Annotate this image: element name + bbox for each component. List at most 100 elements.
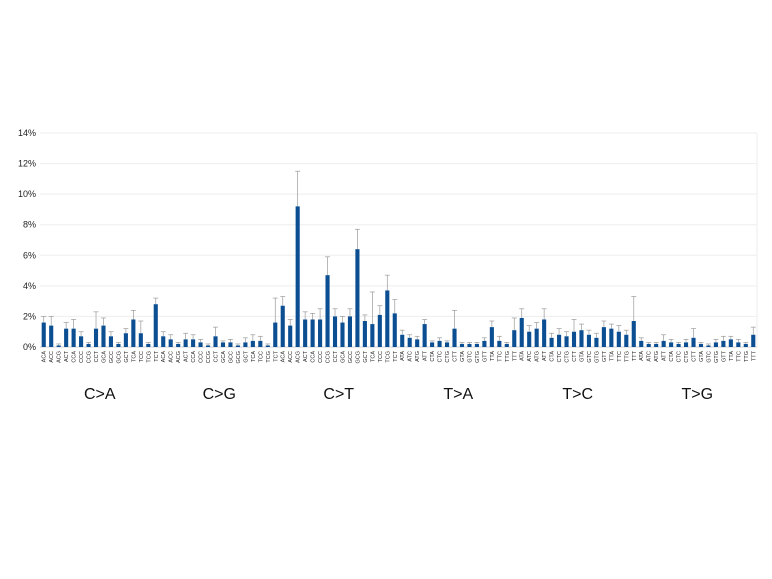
- bar: [430, 342, 435, 347]
- bar: [527, 331, 532, 347]
- x-tick-label: GTA: [460, 351, 466, 362]
- bar: [698, 343, 704, 347]
- x-tick-label: TTG: [505, 351, 511, 362]
- x-tick-label: ATT: [423, 350, 429, 361]
- bar: [153, 304, 158, 347]
- x-tick-label: GTA: [699, 351, 705, 362]
- gridlines: [40, 132, 758, 348]
- x-tick-label: GTT: [482, 350, 488, 362]
- x-tick-label: CTC: [677, 351, 683, 362]
- bar: [691, 337, 696, 347]
- x-tick-label: ATA: [520, 351, 526, 361]
- x-tick-label: TCG: [385, 351, 391, 363]
- x-tick-label: TCA: [370, 351, 376, 362]
- x-tick-label: CTG: [684, 351, 690, 363]
- bar: [71, 328, 76, 347]
- x-tick-label: GCC: [228, 351, 234, 363]
- bar: [504, 343, 509, 347]
- bar: [205, 345, 211, 347]
- x-tick-label: ATT: [542, 350, 548, 361]
- bar: [654, 343, 659, 347]
- x-tick-label: ACA: [281, 351, 287, 363]
- x-tick-label: ACA: [42, 351, 48, 363]
- bar: [751, 334, 756, 347]
- x-tick-label: GCC: [109, 351, 115, 363]
- x-tick-label: GTG: [714, 351, 720, 363]
- x-tick-label: TCC: [378, 351, 384, 362]
- x-tick-label: TTC: [617, 351, 623, 362]
- bar: [474, 343, 479, 347]
- bar: [519, 317, 524, 347]
- bar: [639, 340, 644, 347]
- bar: [101, 325, 106, 347]
- x-tick-label: TCT: [273, 350, 279, 361]
- bar: [743, 343, 748, 347]
- x-tick-label: ACT: [184, 350, 190, 362]
- x-tick-label: CTA: [550, 351, 556, 362]
- x-tick-label: CCA: [191, 351, 197, 363]
- bar: [318, 319, 323, 347]
- x-tick-label: CTT: [692, 350, 698, 361]
- bar: [579, 330, 584, 347]
- bar: [235, 345, 240, 347]
- y-axis-ticks: 0% 2% 4% 6% 8% 10% 12% 14%: [18, 128, 36, 352]
- group-label: C>G: [203, 386, 236, 403]
- x-tick-label: TCC: [258, 351, 264, 362]
- x-tick-label: GCG: [355, 351, 361, 364]
- bar: [332, 316, 338, 347]
- bar: [191, 339, 196, 347]
- bar: [325, 275, 330, 347]
- x-tick-label: TTG: [624, 351, 630, 362]
- bar: [213, 336, 218, 347]
- bar: [198, 342, 203, 347]
- bar: [146, 343, 151, 347]
- bar: [482, 340, 487, 347]
- bar: [586, 334, 592, 347]
- bar: [220, 342, 226, 347]
- bar: [736, 342, 741, 347]
- x-tick-label: ATA: [400, 351, 406, 361]
- x-tick-label: GCT: [124, 350, 130, 362]
- bar: [407, 337, 412, 347]
- x-tick-label: GCT: [363, 350, 369, 362]
- bar: [64, 328, 69, 347]
- bar: [362, 321, 367, 347]
- x-tick-label: GCC: [348, 351, 354, 363]
- x-tick-label: TTC: [736, 351, 742, 362]
- bar: [123, 333, 128, 347]
- bar: [669, 342, 674, 347]
- x-tick-label: GCT: [243, 350, 249, 362]
- bar: [303, 319, 308, 347]
- bar: [534, 328, 539, 347]
- bar: [631, 321, 636, 347]
- x-tick-label: CTG: [445, 351, 451, 363]
- x-tick-label: GCG: [236, 351, 242, 364]
- bar: [564, 336, 569, 347]
- bar: [489, 327, 494, 347]
- x-tick-label: CCT: [94, 350, 100, 362]
- x-tick-label: GTG: [594, 351, 600, 363]
- y-tick-label: 6%: [23, 250, 36, 260]
- x-tick-label: TTT: [751, 350, 757, 361]
- bar: [452, 328, 457, 347]
- x-tick-label: CCG: [326, 351, 332, 363]
- y-tick-label: 10%: [18, 189, 36, 199]
- bar: [400, 334, 405, 347]
- bar: [459, 343, 465, 347]
- bar: [571, 331, 577, 347]
- bar: [676, 343, 681, 347]
- x-tick-label: ACG: [57, 351, 63, 363]
- x-tick-label: TTT: [632, 350, 638, 361]
- x-tick-label: CTA: [669, 351, 675, 362]
- bar: [370, 324, 375, 347]
- bar: [355, 249, 360, 347]
- bar: [444, 342, 450, 347]
- group-label: C>T: [323, 386, 354, 403]
- x-tick-label: CCT: [333, 350, 339, 362]
- x-tick-label: CCC: [199, 351, 205, 363]
- bar: [542, 319, 547, 347]
- bar: [168, 339, 173, 347]
- bar: [549, 337, 554, 347]
- bar: [258, 340, 263, 347]
- bar: [41, 322, 46, 347]
